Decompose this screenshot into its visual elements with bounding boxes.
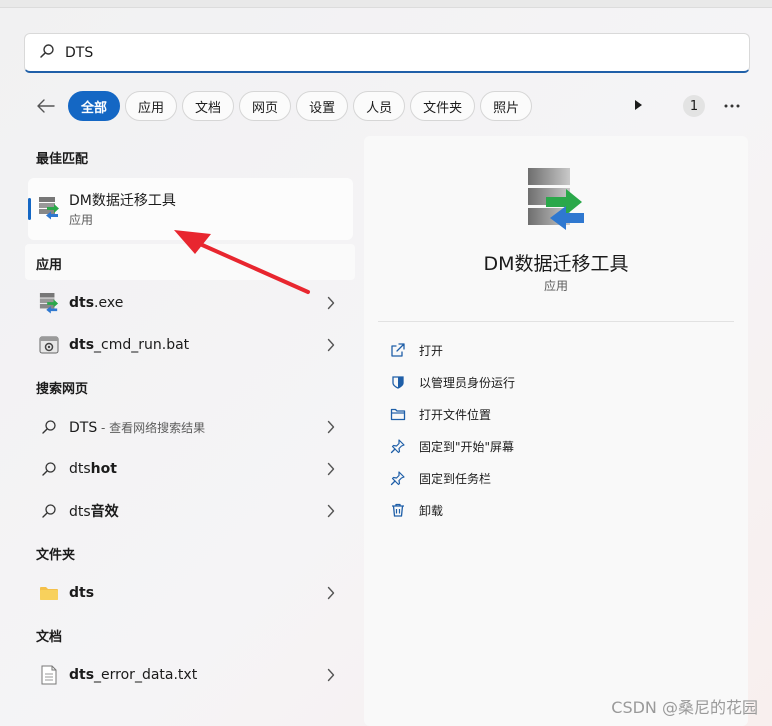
filter-folders[interactable]: 文件夹 bbox=[410, 91, 476, 121]
filter-apps[interactable]: 应用 bbox=[125, 91, 178, 121]
doc-result-dts-error-data[interactable]: dts_error_data.txt bbox=[28, 655, 353, 695]
detail-panel: DM数据迁移工具 应用 打开 以管理员身份运行 打开文件位置 固定到"开始"屏幕… bbox=[364, 136, 748, 726]
more-options-button[interactable] bbox=[722, 96, 742, 116]
selection-indicator bbox=[28, 198, 31, 220]
best-match-name: DM数据迁移工具 bbox=[69, 193, 176, 209]
search-icon bbox=[38, 458, 60, 480]
ellipsis-icon bbox=[724, 104, 740, 108]
result-dts-exe[interactable]: dts.exe bbox=[28, 283, 353, 323]
result-label: dts音效 bbox=[69, 504, 119, 520]
search-input[interactable] bbox=[65, 44, 665, 61]
result-label: dts.exe bbox=[69, 295, 124, 311]
dm-migration-tool-large-icon bbox=[528, 168, 586, 236]
filter-settings[interactable]: 设置 bbox=[296, 91, 349, 121]
chevron-right-icon[interactable] bbox=[327, 462, 335, 476]
result-dts-cmd-run-bat[interactable]: dts_cmd_run.bat bbox=[28, 325, 353, 365]
result-label: dts bbox=[69, 585, 95, 601]
filter-documents[interactable]: 文档 bbox=[182, 91, 235, 121]
action-pin-to-taskbar[interactable]: 固定到任务栏 bbox=[390, 467, 491, 489]
arrow-left-icon bbox=[37, 99, 55, 113]
dm-migration-tool-icon bbox=[38, 292, 60, 314]
chevron-right-icon[interactable] bbox=[327, 338, 335, 352]
folder-open-icon bbox=[390, 408, 406, 421]
action-pin-to-start[interactable]: 固定到"开始"屏幕 bbox=[390, 435, 514, 457]
back-button[interactable] bbox=[34, 94, 58, 118]
chevron-right-icon[interactable] bbox=[327, 296, 335, 310]
filter-photos[interactable]: 照片 bbox=[480, 91, 533, 121]
result-label: dts_error_data.txt bbox=[69, 667, 198, 683]
folder-result-dts[interactable]: dts bbox=[28, 573, 353, 613]
chevron-right-icon[interactable] bbox=[327, 420, 335, 434]
filter-web[interactable]: 网页 bbox=[239, 91, 292, 121]
action-open[interactable]: 打开 bbox=[390, 339, 443, 361]
play-icon bbox=[635, 100, 642, 110]
folder-icon bbox=[38, 582, 60, 604]
more-filters-play-button[interactable] bbox=[630, 97, 646, 113]
search-icon bbox=[38, 416, 60, 438]
result-label: dts_cmd_run.bat bbox=[69, 337, 190, 353]
dm-migration-tool-icon bbox=[38, 196, 60, 224]
text-file-icon bbox=[38, 664, 60, 686]
filter-all[interactable]: 全部 bbox=[68, 91, 121, 121]
chevron-right-icon[interactable] bbox=[327, 504, 335, 518]
rewards-count-badge[interactable]: 1 bbox=[683, 95, 705, 117]
filter-people[interactable]: 人员 bbox=[353, 91, 406, 121]
web-result-dtshot[interactable]: dtshot bbox=[28, 449, 353, 489]
search-icon bbox=[38, 500, 60, 522]
best-match-heading: 最佳匹配 bbox=[36, 152, 89, 167]
detail-app-name: DM数据迁移工具 bbox=[483, 253, 629, 275]
result-label: dtshot bbox=[69, 461, 117, 477]
trash-icon bbox=[392, 503, 404, 517]
divider bbox=[378, 321, 734, 322]
filter-bar: 全部 应用 文档 网页 设置 人员 文件夹 照片 bbox=[34, 89, 537, 123]
search-box[interactable] bbox=[24, 33, 750, 73]
best-match-card[interactable]: DM数据迁移工具 应用 bbox=[28, 178, 353, 240]
batch-file-icon bbox=[38, 334, 60, 356]
apps-heading: 应用 bbox=[36, 258, 63, 273]
pin-icon bbox=[390, 439, 405, 454]
folders-heading: 文件夹 bbox=[36, 548, 76, 563]
apps-section-header[interactable]: 应用 bbox=[25, 244, 355, 280]
detail-app-type: 应用 bbox=[543, 279, 568, 293]
chevron-right-icon[interactable] bbox=[327, 586, 335, 600]
action-open-file-location[interactable]: 打开文件位置 bbox=[390, 403, 491, 425]
result-label: DTS - 查看网络搜索结果 bbox=[69, 419, 206, 436]
watermark: CSDN @桑尼的花园 bbox=[611, 698, 758, 717]
shield-icon bbox=[392, 376, 404, 389]
chevron-right-icon[interactable] bbox=[327, 668, 335, 682]
action-run-as-admin[interactable]: 以管理员身份运行 bbox=[390, 371, 515, 393]
pin-icon bbox=[390, 471, 405, 486]
action-uninstall[interactable]: 卸载 bbox=[390, 499, 443, 521]
web-result-dts[interactable]: DTS - 查看网络搜索结果 bbox=[28, 407, 353, 447]
web-result-dts-sound[interactable]: dts音效 bbox=[28, 491, 353, 531]
documents-heading: 文档 bbox=[36, 630, 63, 645]
search-icon bbox=[39, 43, 55, 63]
best-match-type: 应用 bbox=[69, 213, 94, 227]
open-external-icon bbox=[391, 343, 405, 357]
web-search-heading: 搜索网页 bbox=[36, 382, 89, 397]
window-top-strip bbox=[0, 0, 772, 8]
